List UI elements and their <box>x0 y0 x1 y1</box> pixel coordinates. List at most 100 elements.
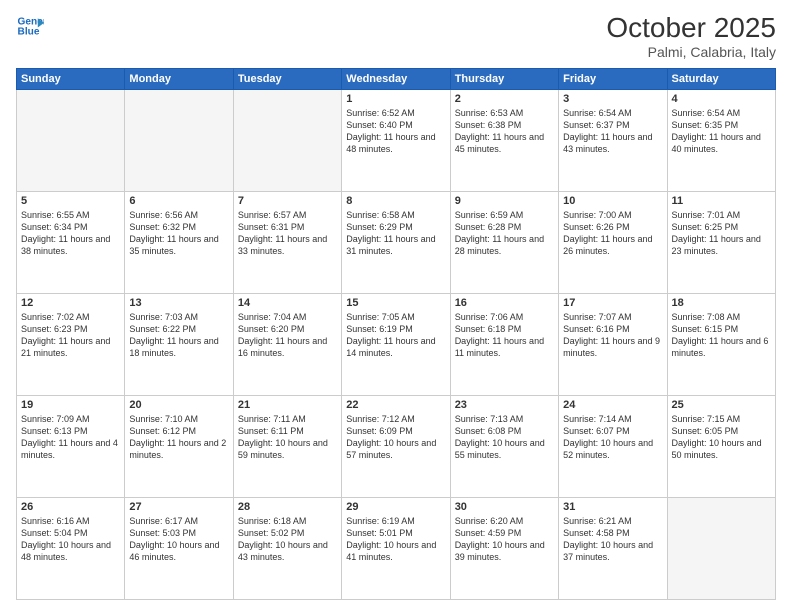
calendar-week-2: 5Sunrise: 6:55 AM Sunset: 6:34 PM Daylig… <box>17 192 776 294</box>
calendar-cell: 11 Sunrise: 7:01 AM Sunset: 6:25 PM Dayli… <box>667 192 775 294</box>
day-detail: Sunrise: 7:14 AM Sunset: 6:07 PM Dayligh… <box>563 413 662 462</box>
calendar-cell <box>17 90 125 192</box>
day-detail: Sunrise: 6:17 AM Sunset: 5:03 PM Dayligh… <box>129 515 228 564</box>
day-detail: Sunrise: 7:10 AM Sunset: 6:12 PM Dayligh… <box>129 413 228 462</box>
calendar-cell: 6Sunrise: 6:56 AM Sunset: 6:32 PM Daylig… <box>125 192 233 294</box>
calendar-cell: 20Sunrise: 7:10 AM Sunset: 6:12 PM Dayli… <box>125 396 233 498</box>
day-number: 15 <box>346 297 445 309</box>
calendar-cell: 25Sunrise: 7:15 AM Sunset: 6:05 PM Dayli… <box>667 396 775 498</box>
day-detail: Sunrise: 6:59 AM Sunset: 6:28 PM Dayligh… <box>455 209 554 258</box>
calendar-week-1: 1 Sunrise: 6:52 AM Sunset: 6:40 PM Daylig… <box>17 90 776 192</box>
day-header-sunday: Sunday <box>17 69 125 90</box>
calendar-subtitle: Palmi, Calabria, Italy <box>606 44 776 60</box>
calendar-week-4: 19 Sunrise: 7:09 AM Sunset: 6:13 PM Dayli… <box>17 396 776 498</box>
day-number: 30 <box>455 501 554 513</box>
day-detail: Sunrise: 7:03 AM Sunset: 6:22 PM Dayligh… <box>129 311 228 360</box>
calendar-cell: 22 Sunrise: 7:12 AM Sunset: 6:09 PM Dayli… <box>342 396 450 498</box>
day-number: 14 <box>238 297 337 309</box>
day-number: 3 <box>563 93 662 105</box>
day-number: 31 <box>563 501 662 513</box>
calendar-cell: 30Sunrise: 6:20 AM Sunset: 4:59 PM Dayli… <box>450 498 558 600</box>
day-number: 8 <box>346 195 445 207</box>
day-number: 10 <box>563 195 662 207</box>
day-number: 17 <box>563 297 662 309</box>
day-number: 11 <box>672 195 771 207</box>
day-header-wednesday: Wednesday <box>342 69 450 90</box>
day-header-monday: Monday <box>125 69 233 90</box>
day-number: 16 <box>455 297 554 309</box>
day-header-tuesday: Tuesday <box>233 69 341 90</box>
calendar-cell: 9 Sunrise: 6:59 AM Sunset: 6:28 PM Daylig… <box>450 192 558 294</box>
day-number: 4 <box>672 93 771 105</box>
calendar-cell: 24 Sunrise: 7:14 AM Sunset: 6:07 PM Dayli… <box>559 396 667 498</box>
calendar-cell: 14 Sunrise: 7:04 AM Sunset: 6:20 PM Dayli… <box>233 294 341 396</box>
day-number: 22 <box>346 399 445 411</box>
day-detail: Sunrise: 7:01 AM Sunset: 6:25 PM Dayligh… <box>672 209 771 258</box>
calendar-cell: 5Sunrise: 6:55 AM Sunset: 6:34 PM Daylig… <box>17 192 125 294</box>
day-detail: Sunrise: 7:02 AM Sunset: 6:23 PM Dayligh… <box>21 311 120 360</box>
day-number: 21 <box>238 399 337 411</box>
calendar-cell: 1 Sunrise: 6:52 AM Sunset: 6:40 PM Daylig… <box>342 90 450 192</box>
day-detail: Sunrise: 6:57 AM Sunset: 6:31 PM Dayligh… <box>238 209 337 258</box>
calendar-cell: 12 Sunrise: 7:02 AM Sunset: 6:23 PM Dayli… <box>17 294 125 396</box>
day-detail: Sunrise: 6:52 AM Sunset: 6:40 PM Dayligh… <box>346 107 445 156</box>
day-number: 2 <box>455 93 554 105</box>
calendar-cell: 27Sunrise: 6:17 AM Sunset: 5:03 PM Dayli… <box>125 498 233 600</box>
day-number: 28 <box>238 501 337 513</box>
logo-icon: General Blue <box>16 12 44 40</box>
calendar-cell: 26 Sunrise: 6:16 AM Sunset: 5:04 PM Dayli… <box>17 498 125 600</box>
day-detail: Sunrise: 7:08 AM Sunset: 6:15 PM Dayligh… <box>672 311 771 360</box>
calendar-cell: 3Sunrise: 6:54 AM Sunset: 6:37 PM Daylig… <box>559 90 667 192</box>
day-number: 7 <box>238 195 337 207</box>
calendar-cell: 7 Sunrise: 6:57 AM Sunset: 6:31 PM Daylig… <box>233 192 341 294</box>
day-detail: Sunrise: 6:21 AM Sunset: 4:58 PM Dayligh… <box>563 515 662 564</box>
day-detail: Sunrise: 7:00 AM Sunset: 6:26 PM Dayligh… <box>563 209 662 258</box>
calendar-cell: 4 Sunrise: 6:54 AM Sunset: 6:35 PM Daylig… <box>667 90 775 192</box>
title-block: October 2025 Palmi, Calabria, Italy <box>606 12 776 60</box>
day-number: 25 <box>672 399 771 411</box>
day-detail: Sunrise: 7:06 AM Sunset: 6:18 PM Dayligh… <box>455 311 554 360</box>
calendar-cell: 17Sunrise: 7:07 AM Sunset: 6:16 PM Dayli… <box>559 294 667 396</box>
calendar-cell: 15 Sunrise: 7:05 AM Sunset: 6:19 PM Dayli… <box>342 294 450 396</box>
calendar-cell: 28Sunrise: 6:18 AM Sunset: 5:02 PM Dayli… <box>233 498 341 600</box>
day-number: 1 <box>346 93 445 105</box>
calendar-cell <box>233 90 341 192</box>
calendar-cell: 19 Sunrise: 7:09 AM Sunset: 6:13 PM Dayli… <box>17 396 125 498</box>
calendar-cell <box>667 498 775 600</box>
day-detail: Sunrise: 6:54 AM Sunset: 6:35 PM Dayligh… <box>672 107 771 156</box>
day-number: 5 <box>21 195 120 207</box>
svg-text:Blue: Blue <box>18 27 40 38</box>
day-header-saturday: Saturday <box>667 69 775 90</box>
day-number: 24 <box>563 399 662 411</box>
calendar-cell: 16 Sunrise: 7:06 AM Sunset: 6:18 PM Dayli… <box>450 294 558 396</box>
day-number: 12 <box>21 297 120 309</box>
calendar-cell: 10 Sunrise: 7:00 AM Sunset: 6:26 PM Dayli… <box>559 192 667 294</box>
calendar-cell <box>125 90 233 192</box>
day-number: 26 <box>21 501 120 513</box>
calendar-table: SundayMondayTuesdayWednesdayThursdayFrid… <box>16 68 776 600</box>
day-number: 29 <box>346 501 445 513</box>
day-number: 6 <box>129 195 228 207</box>
calendar-cell: 21Sunrise: 7:11 AM Sunset: 6:11 PM Dayli… <box>233 396 341 498</box>
day-detail: Sunrise: 6:16 AM Sunset: 5:04 PM Dayligh… <box>21 515 120 564</box>
calendar-cell: 18Sunrise: 7:08 AM Sunset: 6:15 PM Dayli… <box>667 294 775 396</box>
day-detail: Sunrise: 6:53 AM Sunset: 6:38 PM Dayligh… <box>455 107 554 156</box>
day-number: 23 <box>455 399 554 411</box>
day-detail: Sunrise: 7:13 AM Sunset: 6:08 PM Dayligh… <box>455 413 554 462</box>
logo: General Blue <box>16 12 44 40</box>
day-number: 13 <box>129 297 228 309</box>
day-detail: Sunrise: 7:09 AM Sunset: 6:13 PM Dayligh… <box>21 413 120 462</box>
day-detail: Sunrise: 7:05 AM Sunset: 6:19 PM Dayligh… <box>346 311 445 360</box>
calendar-cell: 29Sunrise: 6:19 AM Sunset: 5:01 PM Dayli… <box>342 498 450 600</box>
calendar-week-3: 12 Sunrise: 7:02 AM Sunset: 6:23 PM Dayli… <box>17 294 776 396</box>
calendar-week-5: 26 Sunrise: 6:16 AM Sunset: 5:04 PM Dayli… <box>17 498 776 600</box>
day-number: 19 <box>21 399 120 411</box>
day-detail: Sunrise: 7:12 AM Sunset: 6:09 PM Dayligh… <box>346 413 445 462</box>
day-number: 9 <box>455 195 554 207</box>
calendar-cell: 23 Sunrise: 7:13 AM Sunset: 6:08 PM Dayli… <box>450 396 558 498</box>
calendar-cell: 2 Sunrise: 6:53 AM Sunset: 6:38 PM Daylig… <box>450 90 558 192</box>
day-detail: Sunrise: 6:58 AM Sunset: 6:29 PM Dayligh… <box>346 209 445 258</box>
calendar-header-row: SundayMondayTuesdayWednesdayThursdayFrid… <box>17 69 776 90</box>
day-detail: Sunrise: 7:04 AM Sunset: 6:20 PM Dayligh… <box>238 311 337 360</box>
calendar-title: October 2025 <box>606 12 776 44</box>
